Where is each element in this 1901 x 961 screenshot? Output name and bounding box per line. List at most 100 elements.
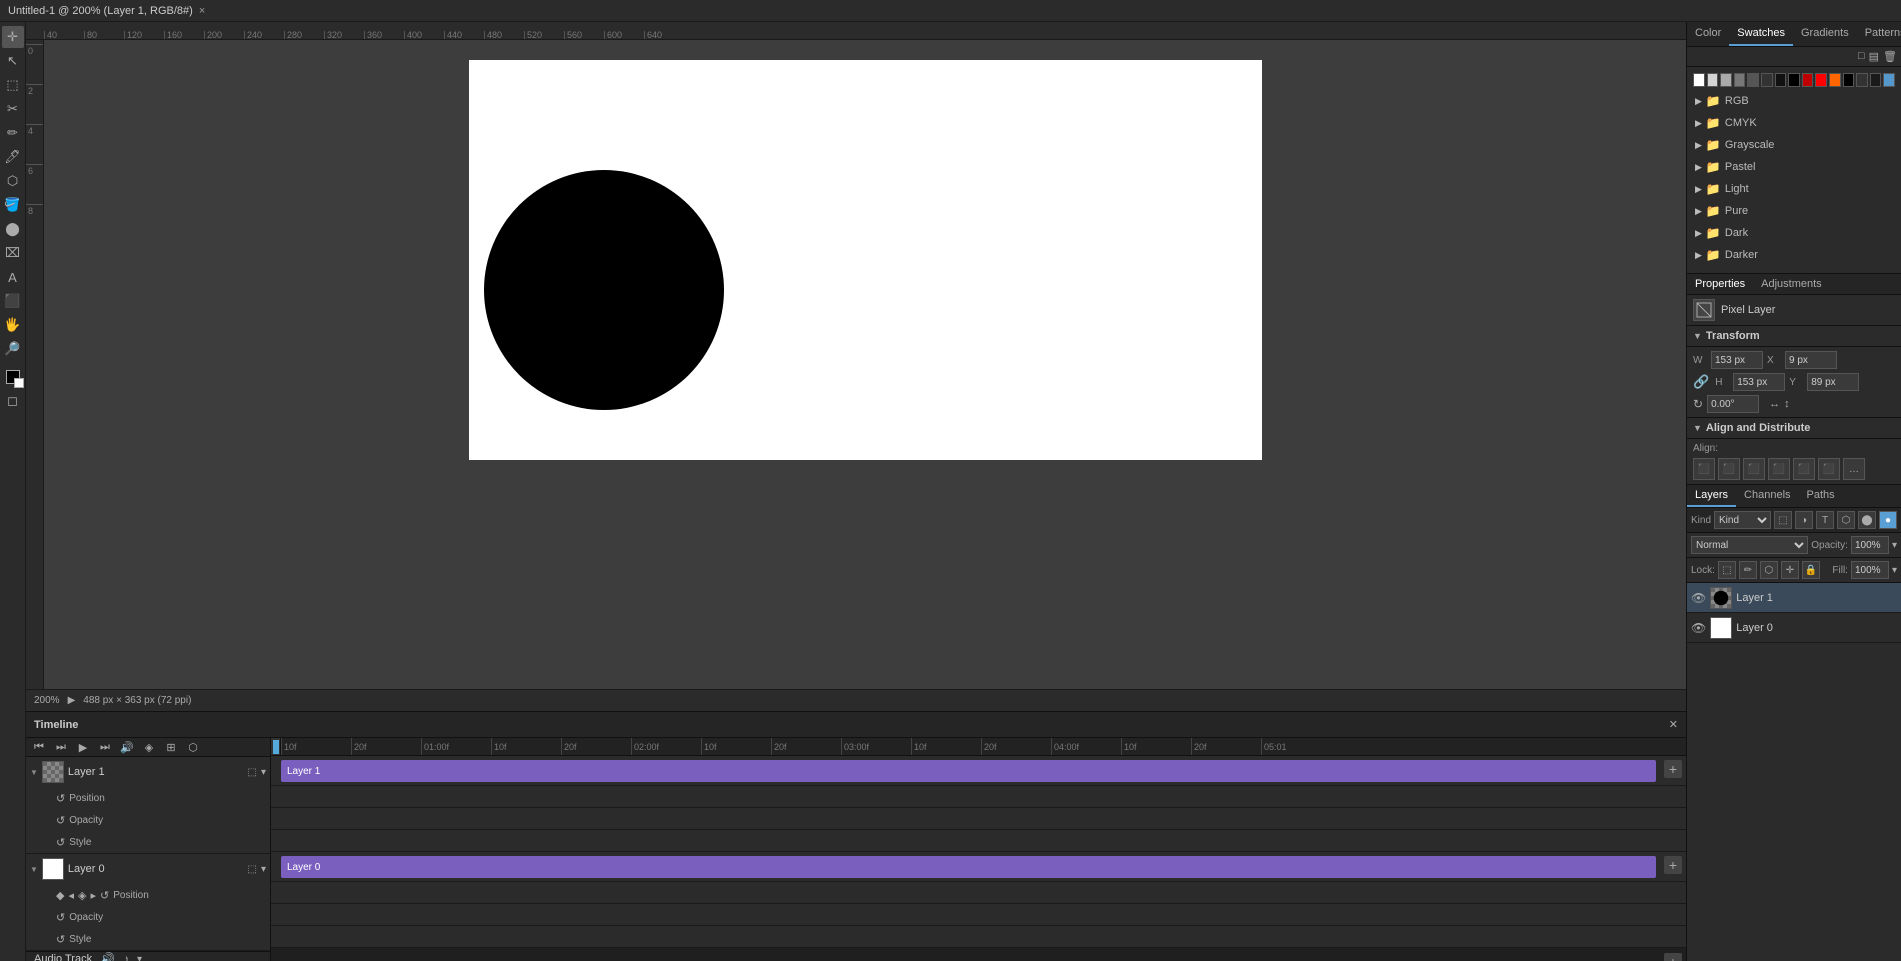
timeline-layer-0-keyframe-icon[interactable]: ⬚ [248,864,257,875]
timeline-close-icon[interactable]: ✕ [1669,718,1678,731]
timeline-layer-0-row[interactable]: ▼ Layer 0 ⬚ ▾ [26,854,270,884]
timeline-layer-1-options-icon[interactable]: ▾ [261,767,266,778]
blend-mode-select[interactable]: Normal [1691,536,1808,554]
opacity-arrow-icon[interactable]: ▾ [1892,540,1897,551]
width-input[interactable] [1711,351,1763,369]
swatch-trash-icon[interactable]: 🗑 [1883,50,1897,63]
flip-v-icon[interactable]: ↕ [1784,398,1790,410]
tool-move[interactable]: ✛ [2,26,24,48]
swatch-new-icon[interactable]: □ [1858,50,1865,63]
tab-gradients[interactable]: Gradients [1793,22,1857,46]
tab-patterns[interactable]: Patterns [1857,22,1901,46]
distribute-options-btn[interactable]: … [1843,458,1865,480]
lock-transparent-btn[interactable]: ⬚ [1718,561,1736,579]
swatch-group-grayscale-header[interactable]: ▶ 📁 Grayscale [1693,135,1895,155]
tool-dodge[interactable]: ⬤ [2,218,24,240]
align-center-v-btn[interactable]: ⬛ [1793,458,1815,480]
swatch-dark1[interactable] [1856,73,1868,87]
x-input[interactable] [1785,351,1837,369]
tool-crop[interactable]: ⬚ [2,74,24,96]
tab-color[interactable]: Color [1687,22,1729,46]
track-bar-layer-1[interactable]: Layer 1 [281,760,1656,782]
transform-lock-icon[interactable]: 🔗 [1693,374,1709,390]
layer-1-visibility-icon[interactable]: 👁 [1691,591,1706,605]
swatch-lightgray[interactable] [1707,73,1719,87]
tab-paths[interactable]: Paths [1799,485,1843,507]
timeline-layer-0-options-icon[interactable]: ▾ [261,864,266,875]
arrow-icon[interactable]: ▶ [68,695,76,706]
swatch-charcoal[interactable] [1761,73,1773,87]
align-bottom-btn[interactable]: ⬛ [1818,458,1840,480]
tab-layers[interactable]: Layers [1687,485,1736,507]
timeline-add-keyframe[interactable]: ⊞ [162,738,180,756]
align-header[interactable]: ▼ Align and Distribute [1687,418,1901,439]
audio-note-icon[interactable]: ♪ [123,952,129,961]
timeline-keyframe[interactable]: ◈ [140,738,158,756]
tab-channels[interactable]: Channels [1736,485,1798,507]
tool-fg-bg[interactable] [2,366,24,388]
filter-smart-icon[interactable]: ⬤ [1858,511,1876,529]
swatch-group-pastel-header[interactable]: ▶ 📁 Pastel [1693,157,1895,177]
timeline-goto-start[interactable]: ⏮ [30,738,48,756]
align-top-btn[interactable]: ⬛ [1768,458,1790,480]
swatch-group-rgb-header[interactable]: ▶ 📁 RGB [1693,91,1895,111]
track-add-layer-0[interactable]: + [1664,856,1682,874]
close-document-button[interactable]: × [199,5,205,17]
y-input[interactable] [1807,373,1859,391]
audio-expand-icon[interactable]: ▾ [137,954,142,961]
swatch-gray[interactable] [1720,73,1732,87]
filter-pixel-icon[interactable]: ⬚ [1774,511,1792,529]
tab-properties[interactable]: Properties [1687,274,1753,294]
layer-entry-1[interactable]: 👁 Layer 1 [1687,583,1901,613]
timeline-options[interactable]: ⬡ [184,738,202,756]
filter-toggle[interactable]: ● [1879,511,1897,529]
opacity-input[interactable] [1851,536,1889,554]
swatch-red[interactable] [1815,73,1827,87]
fill-arrow-icon[interactable]: ▾ [1892,565,1897,576]
tool-clone[interactable]: 🖊 [2,146,24,168]
track-add-layer-1[interactable]: + [1664,760,1682,778]
lock-paint-btn[interactable]: ✏ [1739,561,1757,579]
swatch-folder-icon[interactable]: ▤ [1869,50,1879,63]
tool-heal[interactable]: ✂ [2,98,24,120]
tool-zoom[interactable]: 🔎 [2,338,24,360]
filter-adjust-icon[interactable]: ◑ [1795,511,1813,529]
timeline-layer-1-keyframe-icon[interactable]: ⬚ [248,767,257,778]
height-input[interactable] [1733,373,1785,391]
layer-1-expand-icon[interactable]: ▼ [30,768,38,777]
filter-type-icon[interactable]: T [1816,511,1834,529]
swatch-midgray[interactable] [1734,73,1746,87]
tool-eraser[interactable]: ⬡ [2,170,24,192]
timeline-layer-1-row[interactable]: ▼ Layer 1 ⬚ ▾ [26,757,270,787]
tool-type[interactable]: A [2,266,24,288]
tool-shape[interactable]: ⬛ [2,290,24,312]
l0-add-kf[interactable]: ◈ [78,889,86,902]
tool-pen[interactable]: ⌧ [2,242,24,264]
tab-adjustments[interactable]: Adjustments [1753,274,1830,294]
swatch-group-pure-header[interactable]: ▶ 📁 Pure [1693,201,1895,221]
swatch-black2[interactable] [1843,73,1855,87]
layer-0-expand-icon[interactable]: ▼ [30,865,38,874]
swatch-group-dark-header[interactable]: ▶ 📁 Dark [1693,223,1895,243]
swatch-nearblack[interactable] [1775,73,1787,87]
l0-chevron-left[interactable]: ◂ [68,889,74,902]
timeline-step-back[interactable]: ⏭ [52,738,70,756]
layers-filter-select[interactable]: Kind [1714,511,1771,529]
swatch-darkgray[interactable] [1747,73,1759,87]
align-center-h-btn[interactable]: ⬛ [1718,458,1740,480]
l0-chevron-right[interactable]: ▸ [90,889,96,902]
tool-select[interactable]: ↖ [2,50,24,72]
transform-header[interactable]: ▼ Transform [1687,326,1901,347]
layer-0-visibility-icon[interactable]: 👁 [1691,621,1706,635]
lock-move-btn[interactable]: ✛ [1781,561,1799,579]
canvas-area[interactable] [44,40,1686,689]
tool-hand[interactable]: 🖐 [2,314,24,336]
track-bar-layer-0[interactable]: Layer 0 [281,856,1656,878]
track-add-audio[interactable]: + [1664,953,1682,961]
tool-quickmask[interactable]: ◻ [2,390,24,412]
swatch-group-darker-header[interactable]: ▶ 📁 Darker [1693,245,1895,265]
layer-entry-0[interactable]: 👁 Layer 0 [1687,613,1901,643]
swatch-darkred[interactable] [1802,73,1814,87]
timeline-audio[interactable]: 🔊 [118,738,136,756]
align-right-btn[interactable]: ⬛ [1743,458,1765,480]
